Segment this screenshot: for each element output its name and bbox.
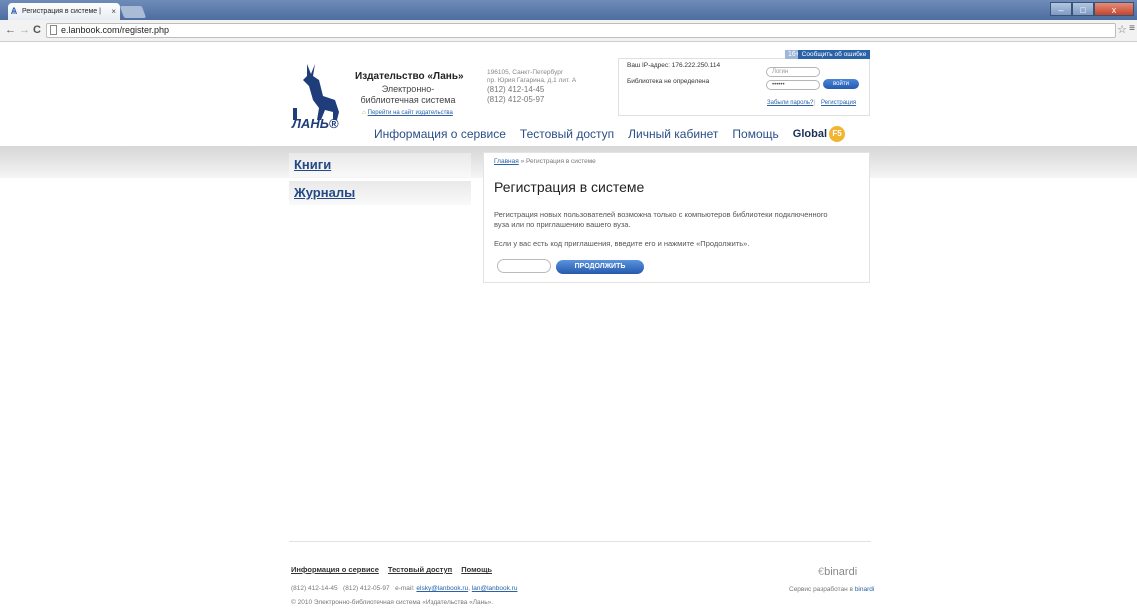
header-contacts: 196105, Санкт-Петербург пр. Юрия Гагарин… [487,69,576,105]
logo-text: ЛАНЬ® [292,116,339,131]
page-title: Регистрация в системе [494,179,645,195]
footer-phone-1: (812) 412-14-45 [291,585,338,592]
password-input[interactable]: •••••• [766,80,820,90]
binardi-logo[interactable]: €binardi [818,566,857,578]
nav-item-test-access[interactable]: Тестовый доступ [520,127,614,141]
maximize-button[interactable]: □ [1072,2,1094,16]
sidebar-item-books[interactable]: Книги [289,153,471,177]
footer-contacts: (812) 412-14-45 (812) 412-05-97 e-mail: … [291,585,517,592]
footer-phone-2: (812) 412-05-97 [343,585,390,592]
address-bar[interactable]: e.lanbook.com/register.php [46,23,1116,38]
close-window-button[interactable]: x [1094,2,1134,16]
minimize-button[interactable]: – [1050,2,1072,16]
breadcrumb-separator: » [520,158,525,165]
login-button[interactable]: войти [823,79,859,89]
footer-email-comma: , [468,585,470,592]
header-phone-2: (812) 412-05-97 [487,95,545,104]
binardi-logo-text: binardi [824,566,858,578]
login-input[interactable]: Логин [766,67,820,77]
nav-item-service-info[interactable]: Информация о сервисе [374,127,506,141]
address-line-1: 196105, Санкт-Петербург [487,69,564,76]
home-icon: ⌂ [362,110,366,116]
new-tab-button[interactable] [119,6,147,18]
library-status: Библиотека не определена [627,78,710,85]
invite-code-input[interactable] [497,259,551,273]
reload-icon[interactable]: C [33,23,41,37]
f5-badge-icon: F5 [829,126,846,142]
publisher-link-text: Перейти на сайт издательства [367,110,453,116]
page-icon [50,25,57,35]
registration-info-text: Регистрация новых пользователей возможна… [494,210,828,229]
footer-link-help[interactable]: Помощь [461,565,492,574]
global-label: Global [792,128,828,140]
breadcrumb-home[interactable]: Главная [494,158,519,165]
binardi-credit-link[interactable]: binardi [855,586,875,593]
forward-icon[interactable]: → [19,23,30,37]
report-error-button[interactable]: Сообщить об ошибке [798,50,870,59]
binardi-credit-text: Сервис разработан в [789,586,853,593]
nav-item-help[interactable]: Помощь [732,127,778,141]
publisher-subtitle: Электронно-библиотечная система [360,84,456,105]
address-line-2: пр. Юрия Гагарина, д.1 лит. А [487,77,577,84]
footer-link-test-access[interactable]: Тестовый доступ [388,565,452,574]
link-separator: | [814,100,816,106]
nav-item-account[interactable]: Личный кабинет [628,127,718,141]
footer-copyright: © 2010 Электронно-библиотечная система «… [291,599,494,606]
register-link[interactable]: Регистрация [821,100,856,106]
binardi-credit: Сервис разработан в binardi [789,586,874,593]
forgot-password-link[interactable]: Забыли пароль? [767,100,813,106]
main-nav: Информация о сервисе Тестовый доступ Лич… [374,126,846,142]
publisher-name: Издательство «Лань» [355,71,464,82]
footer-email-1[interactable]: elsky@lanbook.ru [416,585,468,592]
lan-favicon-icon: Ѧ [11,6,18,16]
window-controls: – □ x [1050,2,1134,16]
sidebar-item-journals[interactable]: Журналы [289,181,471,205]
continue-button[interactable]: ПРОДОЛЖИТЬ [556,260,644,274]
tab-close-icon[interactable]: × [111,3,116,20]
footer-link-service-info[interactable]: Информация о сервисе [291,565,379,574]
browser-titlebar: Ѧ Регистрация в системе | × – □ x [0,0,1137,20]
global-f5-logo[interactable]: Global F5 [792,126,846,142]
browser-tab[interactable]: Ѧ Регистрация в системе | × [8,3,120,20]
footer-email-label: e-mail: [395,585,415,592]
breadcrumb: Главная » Регистрация в системе [494,158,596,165]
ip-address-label: Ваш IP-адрес: 176.222.250.114 [627,62,721,69]
bookmark-star-icon[interactable]: ☆ [1117,23,1127,36]
tab-title: Регистрация в системе | [22,8,101,15]
header-phone-1: (812) 412-14-45 [487,85,545,94]
browser-menu-icon[interactable]: ≡ [1129,23,1135,34]
footer-links: Информация о сервисе Тестовый доступ Пом… [291,565,501,574]
footer-divider [289,541,871,542]
breadcrumb-current: Регистрация в системе [526,158,596,165]
browser-toolbar: ← → C e.lanbook.com/register.php ☆ ≡ [0,20,1137,42]
address-url: e.lanbook.com/register.php [61,25,170,35]
back-icon[interactable]: ← [5,23,16,37]
invite-instructions-text: Если у вас есть код приглашения, введите… [494,239,750,248]
publisher-site-link[interactable]: ⌂ Перейти на сайт издательства [362,110,453,116]
footer-email-2[interactable]: lan@lanbook.ru [472,585,518,592]
